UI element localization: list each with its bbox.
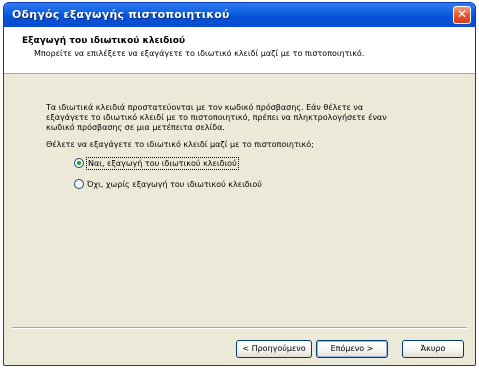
radio-button-selected[interactable] <box>74 158 84 168</box>
wizard-window: Οδηγός εξαγωγής πιστοποιητικού ✕ Εξαγωγή… <box>3 2 476 366</box>
radio-dot <box>77 161 81 165</box>
next-button[interactable]: Επόμενο > <box>316 340 388 358</box>
radio-button-unselected[interactable] <box>74 179 84 189</box>
description-line-3: κωδικό πρόσβασης σε μια μετέπειτα σελίδα… <box>46 123 225 132</box>
close-button[interactable]: ✕ <box>453 6 471 24</box>
title-bar[interactable]: Οδηγός εξαγωγής πιστοποιητικού ✕ <box>4 3 475 27</box>
page-subtitle: Μπορείτε να επιλέξετε να εξαγάγετε το ιδ… <box>34 49 365 58</box>
close-icon: ✕ <box>456 7 468 21</box>
question-text: Θέλετε να εξαγάγετε το ιδιωτικό κλειδί μ… <box>46 140 314 149</box>
radio-label-no-export[interactable]: Όχι, χωρίς εξαγωγή του ιδιωτικού κλειδιο… <box>87 179 262 190</box>
description-line-1: Τα ιδιωτικά κλειδιά προστατεύονται με το… <box>46 103 364 112</box>
cancel-button[interactable]: Άκυρο <box>402 340 464 358</box>
back-button[interactable]: < Προηγούμενο <box>236 340 312 358</box>
radio-label-export-key[interactable]: Ναι, εξαγωγή του ιδιωτικού κλειδιού <box>86 157 239 170</box>
description-line-2: εξαγάγετε το ιδιωτικό κλειδί με το πιστο… <box>46 113 387 122</box>
wizard-header: Εξαγωγή του ιδιωτικού κλειδιού Μπορείτε … <box>4 27 475 74</box>
page-title: Εξαγωγή του ιδιωτικού κλειδιού <box>22 36 186 46</box>
footer-separator <box>12 327 467 329</box>
window-title: Οδηγός εξαγωγής πιστοποιητικού <box>12 8 230 21</box>
